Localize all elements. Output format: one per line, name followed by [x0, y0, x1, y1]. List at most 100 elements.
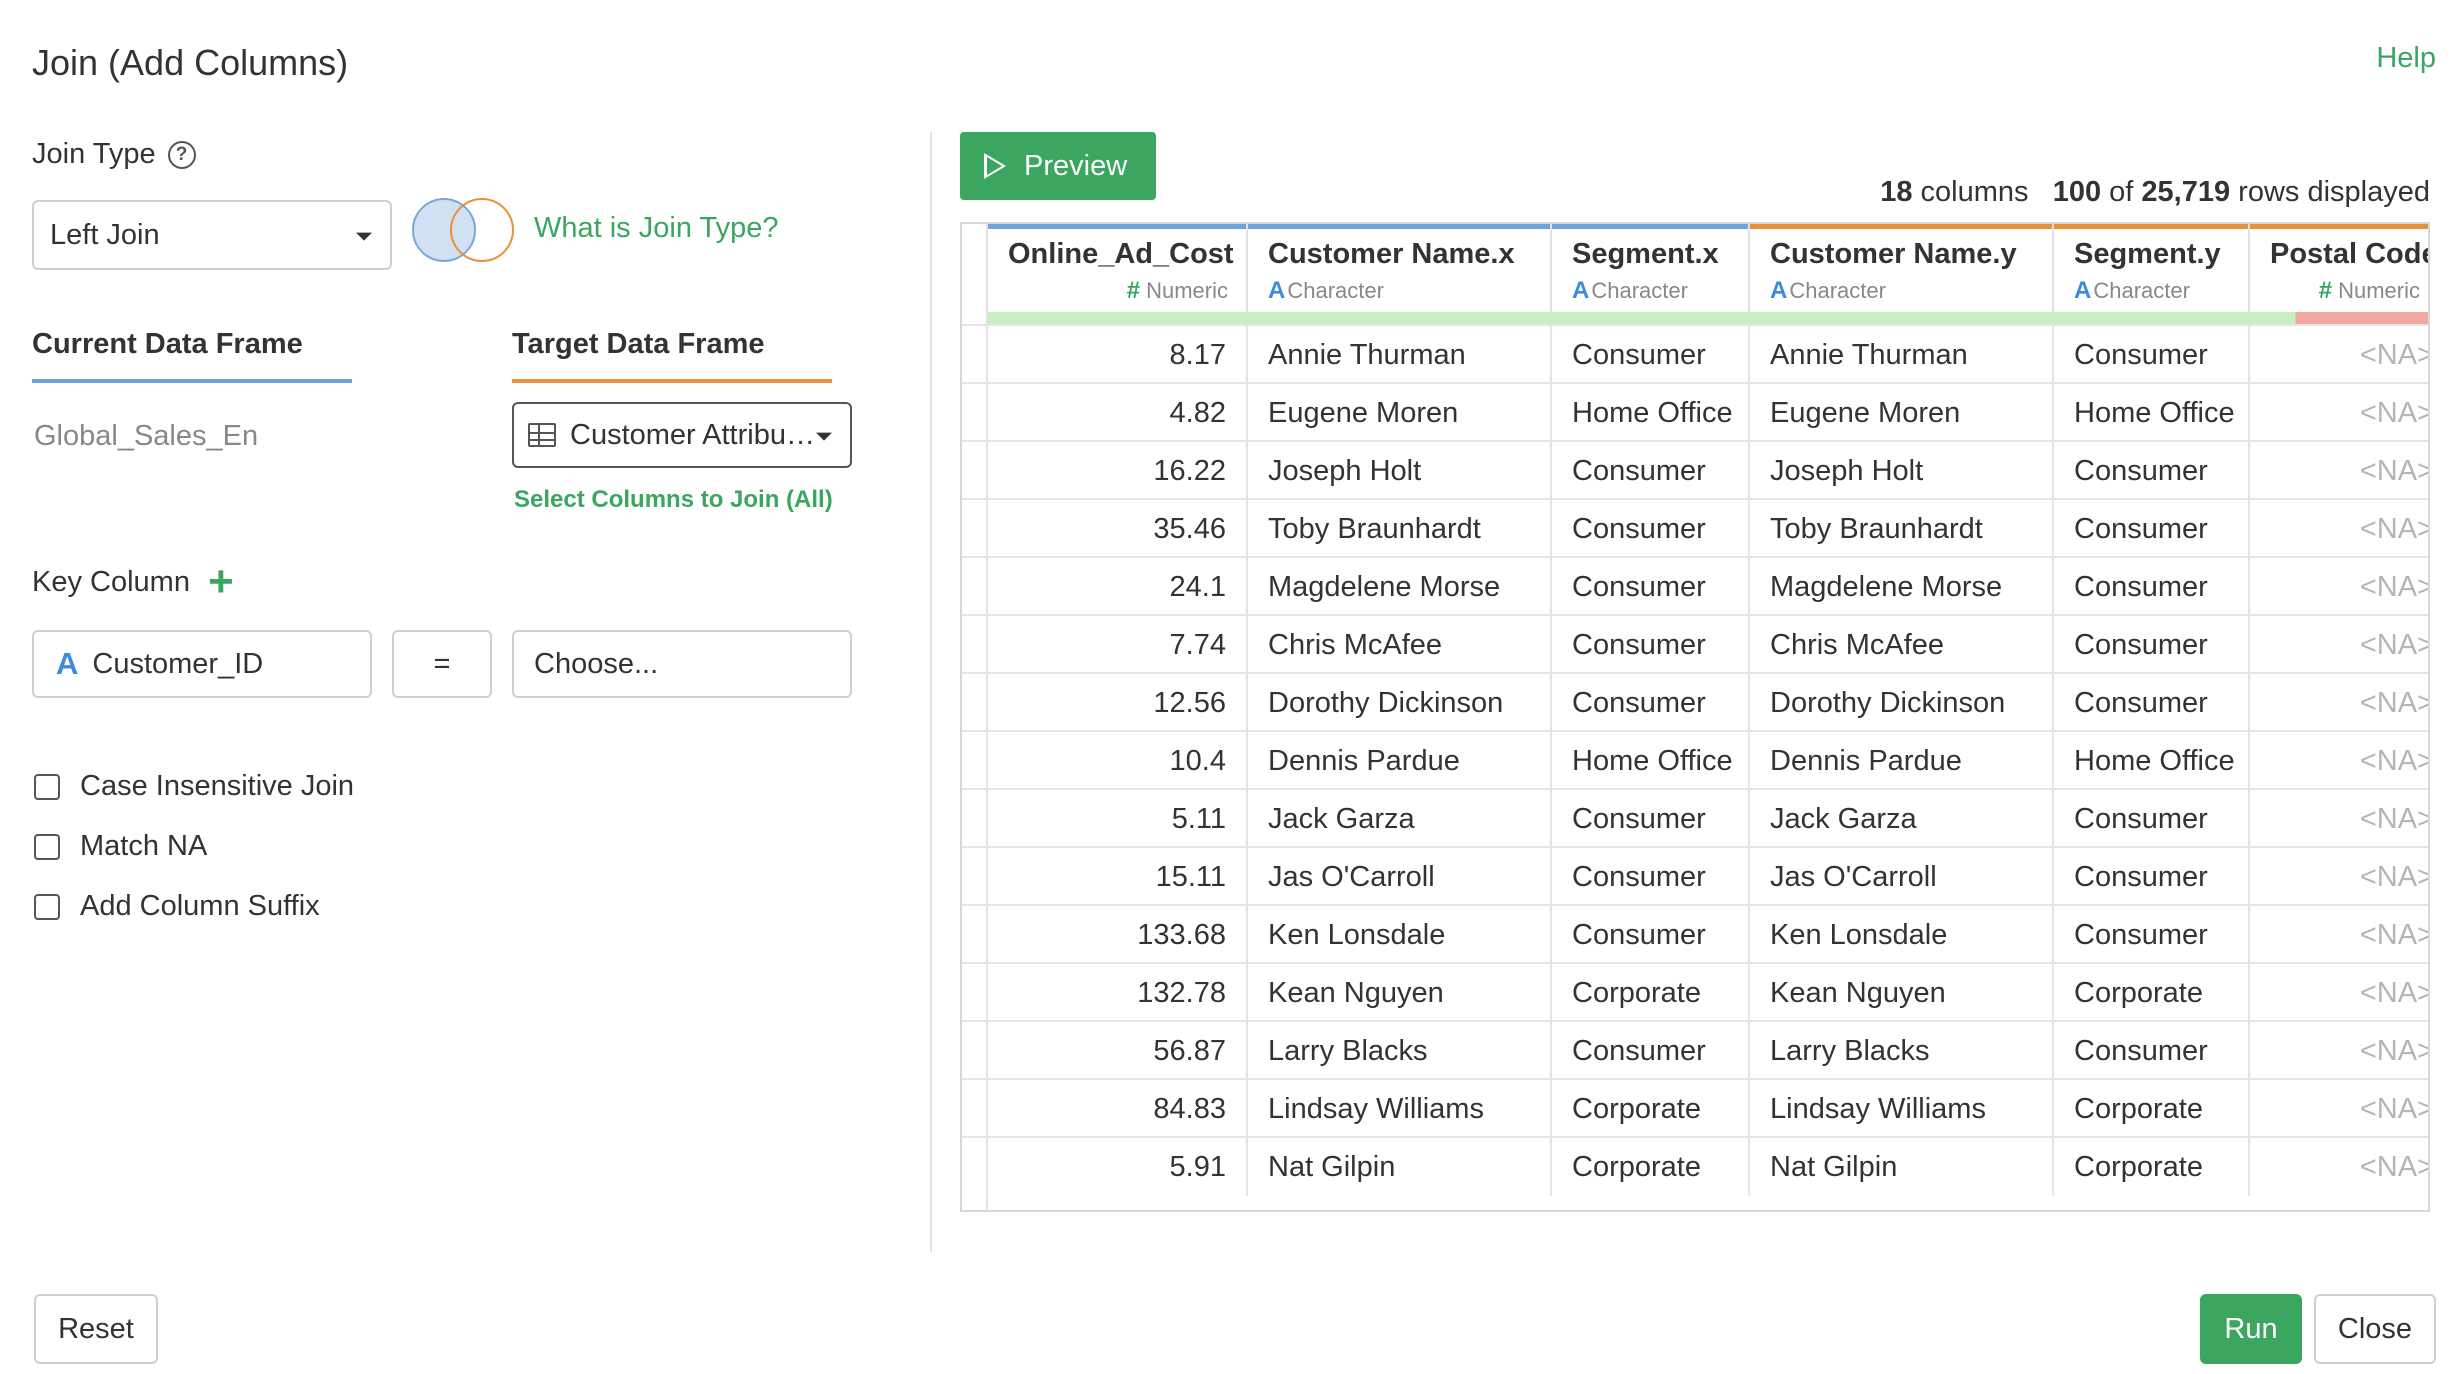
- column-quality-bar: [988, 312, 1248, 324]
- column-header[interactable]: Customer Name.y ACharacter: [1750, 224, 2054, 314]
- what-is-join-type-link[interactable]: What is Join Type?: [534, 212, 778, 245]
- table-cell: Consumer: [1552, 326, 1750, 384]
- columns-word: columns: [1920, 176, 2029, 208]
- add-column-suffix-option[interactable]: Add Column Suffix: [34, 890, 320, 923]
- column-header[interactable]: Online_Ad_Cost # Numeric: [988, 224, 1248, 314]
- table-cell: Lindsay Williams: [1248, 1080, 1552, 1138]
- table-cell: Corporate: [2054, 1080, 2250, 1138]
- key-column-right-select[interactable]: Choose...: [512, 630, 852, 698]
- table-cell: Jack Garza: [1750, 790, 2054, 848]
- of-word: of: [2109, 176, 2134, 208]
- column-quality-bar: [2054, 312, 2250, 324]
- table-row[interactable]: 56.87 Larry Blacks Consumer Larry Blacks Con…: [962, 1020, 2428, 1080]
- table-cell: Consumer: [1552, 1022, 1750, 1080]
- join-type-select[interactable]: Left Join: [32, 200, 392, 270]
- table-cell: 5.91: [988, 1138, 1248, 1196]
- table-cell: Annie Thurman: [1248, 326, 1552, 384]
- row-stub-cell: [962, 616, 988, 674]
- table-cell: 56.87: [988, 1022, 1248, 1080]
- table-cell: Consumer: [1552, 500, 1750, 558]
- row-stub-cell: [962, 500, 988, 558]
- table-cell: 35.46: [988, 500, 1248, 558]
- table-cell: Joseph Holt: [1750, 442, 2054, 500]
- column-type-label: Character: [1789, 278, 1886, 303]
- reset-button[interactable]: Reset: [34, 1294, 158, 1364]
- select-columns-link[interactable]: Select Columns to Join (All): [514, 486, 833, 514]
- table-row[interactable]: 15.11 Jas O'Carroll Consumer Jas O'Carroll C…: [962, 846, 2428, 906]
- table-cell: Consumer: [2054, 558, 2250, 616]
- match-na-option[interactable]: Match NA: [34, 830, 207, 863]
- join-type-value: Left Join: [50, 218, 160, 251]
- add-column-suffix-checkbox[interactable]: [34, 893, 60, 920]
- target-data-frame-select[interactable]: Customer Attributes: [512, 402, 852, 468]
- table-row[interactable]: 132.78 Kean Nguyen Corporate Kean Nguyen Cor…: [962, 962, 2428, 1022]
- table-row[interactable]: 12.56 Dorothy Dickinson Consumer Dorothy Di…: [962, 672, 2428, 732]
- table-cell: Chris McAfee: [1248, 616, 1552, 674]
- table-cell: Nat Gilpin: [1750, 1138, 2054, 1196]
- rows-shown: 100: [2052, 176, 2102, 208]
- column-quality-bar: [2250, 312, 2428, 324]
- row-stub-cell: [962, 1138, 988, 1196]
- table-cell: 7.74: [988, 616, 1248, 674]
- case-insensitive-option[interactable]: Case Insensitive Join: [34, 770, 354, 803]
- table-cell: <NA>: [2250, 1138, 2428, 1196]
- column-header-type: ACharacter: [1572, 277, 1730, 305]
- column-header-type: # Numeric: [2270, 277, 2420, 305]
- key-column-left-select[interactable]: A Customer_ID: [32, 630, 372, 698]
- table-row[interactable]: 5.11 Jack Garza Consumer Jack Garza Consumer…: [962, 788, 2428, 848]
- match-na-checkbox[interactable]: [34, 833, 60, 860]
- table-cell: <NA>: [2250, 732, 2428, 790]
- table-cell: Joseph Holt: [1248, 442, 1552, 500]
- column-header[interactable]: Segment.y ACharacter: [2054, 224, 2250, 314]
- column-header[interactable]: Postal Code # Numeric: [2250, 224, 2428, 314]
- question-circle-icon[interactable]: ?: [167, 140, 196, 169]
- close-button[interactable]: Close: [2314, 1294, 2436, 1364]
- preview-table[interactable]: Online_Ad_Cost # Numeric Customer Name.x ACh…: [960, 222, 2430, 1212]
- preview-button[interactable]: Preview: [960, 132, 1156, 200]
- add-key-icon[interactable]: +: [208, 560, 234, 604]
- case-insensitive-checkbox[interactable]: [34, 773, 60, 800]
- table-row[interactable]: 4.82 Eugene Moren Home Office Eugene Moren H…: [962, 382, 2428, 442]
- column-header[interactable]: Customer Name.x ACharacter: [1248, 224, 1552, 314]
- column-header[interactable]: Segment.x ACharacter: [1552, 224, 1750, 314]
- add-column-suffix-label: Add Column Suffix: [80, 890, 320, 922]
- table-row[interactable]: 84.83 Lindsay Williams Corporate Lindsay Wi…: [962, 1078, 2428, 1138]
- preview-button-label: Preview: [1024, 149, 1128, 182]
- table-cell: Dennis Pardue: [1750, 732, 2054, 790]
- row-stub-cell: [962, 442, 988, 500]
- key-column-label: Key Column: [32, 565, 190, 598]
- column-count: 18: [1880, 176, 1913, 208]
- run-button[interactable]: Run: [2200, 1294, 2302, 1364]
- key-operator-select[interactable]: =: [392, 630, 492, 698]
- table-cell: Jas O'Carroll: [1248, 848, 1552, 906]
- table-row[interactable]: 35.46 Toby Braunhardt Consumer Toby Braunha…: [962, 498, 2428, 558]
- row-stub-cell: [962, 1022, 988, 1080]
- table-cell: <NA>: [2250, 500, 2428, 558]
- row-stub-cell: [962, 1080, 988, 1138]
- table-cell: <NA>: [2250, 674, 2428, 732]
- table-cell: Consumer: [1552, 848, 1750, 906]
- table-row[interactable]: 8.17 Annie Thurman Consumer Annie Thurman Co…: [962, 324, 2428, 384]
- table-cell: <NA>: [2250, 326, 2428, 384]
- table-row[interactable]: 7.74 Chris McAfee Consumer Chris McAfee Cons…: [962, 614, 2428, 674]
- play-icon: [984, 153, 1006, 179]
- table-row[interactable]: 5.91 Nat Gilpin Corporate Nat Gilpin Corpora…: [962, 1136, 2428, 1196]
- table-row[interactable]: 10.4 Dennis Pardue Home Office Dennis Pardu…: [962, 730, 2428, 790]
- panel-divider: [930, 132, 932, 1252]
- table-row[interactable]: 16.22 Joseph Holt Consumer Joseph Holt Consu…: [962, 440, 2428, 500]
- help-link[interactable]: Help: [2376, 42, 2436, 75]
- column-header-name: Customer Name.y: [1770, 238, 2017, 270]
- table-row[interactable]: 24.1 Magdelene Morse Consumer Magdelene Mor…: [962, 556, 2428, 616]
- character-type-icon: A: [1770, 277, 1788, 304]
- table-cell: 10.4: [988, 732, 1248, 790]
- table-row[interactable]: 133.68 Ken Lonsdale Consumer Ken Lonsdale Co…: [962, 904, 2428, 964]
- table-cell: Kean Nguyen: [1248, 964, 1552, 1022]
- table-cell: Eugene Moren: [1248, 384, 1552, 442]
- table-cell: Toby Braunhardt: [1248, 500, 1552, 558]
- table-cell: Corporate: [2054, 964, 2250, 1022]
- table-cell: Consumer: [1552, 674, 1750, 732]
- key-column-left-value: Customer_ID: [92, 647, 264, 680]
- table-cell: Consumer: [2054, 906, 2250, 964]
- table-cell: Corporate: [1552, 964, 1750, 1022]
- column-header-name: Customer Name.x: [1268, 238, 1515, 270]
